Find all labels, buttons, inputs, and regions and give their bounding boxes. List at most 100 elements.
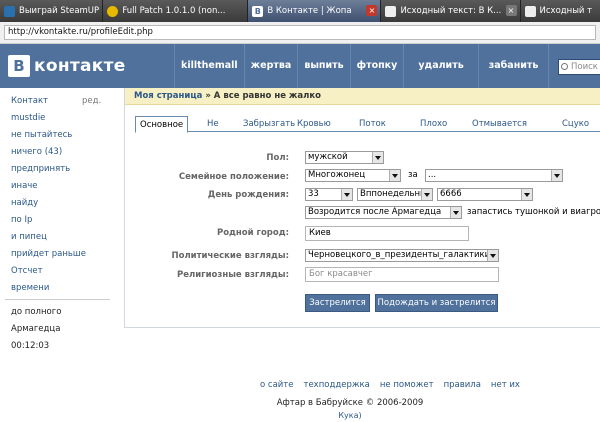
family-status-value: Многожонец — [308, 170, 366, 180]
site-header: В контакте killthemall жертва выпить фто… — [0, 44, 600, 88]
birthday-month-select[interactable]: Вппонедельник — [357, 188, 433, 201]
sidebar-item[interactable]: прийдет раньше — [11, 249, 86, 259]
sex-label: Пол: — [266, 153, 289, 163]
political-views-value: Черновецкого_в_президенты_галактики) — [308, 250, 494, 260]
birthday-note: запастись тушонкой и виагрой. — [467, 207, 600, 217]
birthday-year-value: 6666 — [440, 189, 462, 199]
sidebar-item[interactable]: ничего (43) — [11, 147, 62, 157]
partner-select[interactable]: ... — [425, 169, 563, 182]
browser-tab-source-2[interactable]: Исходный т — [520, 0, 600, 22]
logo-mark: В — [8, 55, 30, 77]
sidebar-item[interactable]: по Ip — [11, 215, 32, 225]
footer-link-support[interactable]: техподдержка — [304, 380, 370, 392]
wait-and-save-button[interactable]: Подождать и застрелится — [375, 294, 498, 312]
tab-potok[interactable]: Поток — [359, 116, 386, 132]
nav-link-killthemall[interactable]: killthemall — [174, 44, 244, 88]
nav-link-zhertva[interactable]: жертва — [243, 44, 298, 88]
sidebar-item[interactable]: иначе — [11, 181, 38, 191]
main-panel: Моя страница » А все равно не жалко Осно… — [124, 88, 600, 328]
religious-views-input[interactable]: Бог красавчег — [305, 267, 499, 282]
footer-link-rules[interactable]: правила — [444, 380, 481, 392]
political-views-label: Политические взгляды: — [171, 251, 290, 261]
profile-edit-form: Пол: мужской Семейное положение: Многожо… — [125, 132, 600, 328]
close-tab-icon[interactable]: × — [505, 5, 517, 16]
url-input[interactable]: http://vkontakte.ru/profileEdit.php — [4, 25, 596, 40]
nav-link-ftopku[interactable]: фтопку — [349, 44, 404, 88]
chevron-down-icon — [551, 170, 562, 181]
nav-link-zabanit[interactable]: забанить — [477, 44, 549, 88]
tab-ploho[interactable]: Плохо — [420, 116, 447, 132]
birthday-day-value: 33 — [308, 189, 319, 199]
tab-zabryzgat[interactable]: Забрызгать — [243, 116, 295, 132]
browser-tab-label: Выиграй SteamUP (15/... — [19, 6, 102, 16]
search-input[interactable]: Поиск — [558, 59, 600, 75]
top-nav: killthemall жертва выпить фтопку удалить… — [174, 44, 600, 88]
vk-logo[interactable]: В контакте — [8, 54, 126, 78]
birthday-day-select[interactable]: 33 — [305, 188, 353, 201]
vk-favicon-icon: В — [252, 5, 264, 17]
edit-link[interactable]: ред. — [82, 96, 101, 106]
nav-link-udalit[interactable]: удалить — [403, 44, 477, 88]
copyright: Афтар в Бабруйске © 2006-2009 — [276, 398, 424, 408]
sidebar-item[interactable]: найду — [11, 198, 38, 208]
browser-tab-label: Исходный т — [539, 6, 593, 16]
birthday-visibility-select[interactable]: Возродится после Армагедца — [305, 206, 462, 219]
hometown-label: Родной город: — [216, 228, 289, 238]
chevron-down-icon — [421, 189, 432, 200]
footer-link-none[interactable]: нет их — [491, 380, 520, 392]
address-bar: http://vkontakte.ru/profileEdit.php — [0, 22, 600, 44]
countdown-timer: 00:12:03 — [11, 341, 50, 351]
profile-tabs: Основное Не Забрызгать Кровью Поток Плох… — [135, 116, 600, 133]
chevron-down-icon — [341, 189, 352, 200]
search-placeholder: Поиск — [571, 62, 598, 72]
sex-select[interactable]: мужской — [305, 151, 384, 164]
tab-scuko[interactable]: Сцуко — [562, 116, 589, 132]
countdown-label: до полного — [11, 307, 62, 317]
document-favicon-icon — [524, 5, 536, 17]
birthday-year-select[interactable]: 6666 — [437, 188, 533, 201]
tab-ne[interactable]: Не — [207, 116, 219, 132]
sidebar-item[interactable]: предпринять — [11, 164, 70, 174]
birthday-label: День рождения: — [207, 190, 289, 200]
save-button[interactable]: Застрелится — [305, 294, 370, 312]
search-icon — [561, 63, 568, 70]
sex-value: мужской — [308, 152, 348, 162]
partner-with-label: за — [408, 170, 418, 180]
nav-link-vypit[interactable]: выпить — [297, 44, 349, 88]
close-tab-icon[interactable]: × — [366, 5, 378, 16]
tab-otmyvaetsya[interactable]: Отмывается — [472, 116, 527, 132]
tab-osnovnoe[interactable]: Основное — [135, 116, 189, 133]
breadcrumb-title: » А все равно не жалко — [202, 91, 321, 101]
document-favicon-icon — [385, 5, 397, 17]
sidebar-item[interactable]: mustdie — [11, 113, 45, 123]
logo-text: контакте — [34, 56, 126, 76]
family-status-select[interactable]: Многожонец — [305, 169, 401, 182]
browser-tab-source[interactable]: Исходный текст: В К... × — [381, 0, 521, 22]
footer-sub-link[interactable]: Кука) — [0, 411, 600, 420]
footer-link-about[interactable]: о сайте — [260, 380, 294, 392]
tab-krovyu[interactable]: Кровью — [297, 116, 331, 132]
family-status-label: Семейное положение: — [178, 172, 289, 182]
sidebar-item[interactable]: не пытайтесь — [11, 130, 72, 140]
sidebar-item[interactable]: времени — [11, 283, 49, 293]
hometown-input[interactable]: Киев — [305, 226, 469, 241]
political-views-select[interactable]: Черновецкого_в_президенты_галактики) — [305, 249, 499, 262]
birthday-visibility-value: Возродится после Армагедца — [308, 207, 442, 217]
browser-tab-vkontakte[interactable]: В В Контакте | Жопа × — [248, 0, 382, 22]
chevron-down-icon — [487, 250, 498, 261]
browser-tab-label: В Контакте | Жопа — [267, 6, 352, 16]
browser-tab-steamup[interactable]: Выиграй SteamUP (15/... — [0, 0, 104, 22]
steam-favicon-icon — [4, 5, 15, 17]
footer-link-wont-help[interactable]: не поможет — [380, 380, 434, 392]
browser-tab-fullpatch[interactable]: Full Patch 1.0.1.0 (non... — [103, 0, 249, 22]
breadcrumb-link[interactable]: Моя страница — [134, 91, 202, 101]
chevron-down-icon — [450, 207, 461, 218]
radiation-favicon-icon — [107, 5, 119, 17]
browser-tab-strip: Выиграй SteamUP (15/... Full Patch 1.0.1… — [0, 0, 600, 22]
sidebar-item-kontakt[interactable]: Контакт ред. — [11, 96, 101, 106]
sidebar-item[interactable]: Отсчет — [11, 266, 43, 276]
countdown-label: Армагедца — [11, 324, 61, 334]
sidebar-item[interactable]: и пипец — [11, 232, 47, 242]
religious-views-label: Религиозные взгляды: — [176, 270, 289, 280]
left-sidebar: Контакт ред. mustdie не пытайтесь ничего… — [0, 88, 120, 358]
